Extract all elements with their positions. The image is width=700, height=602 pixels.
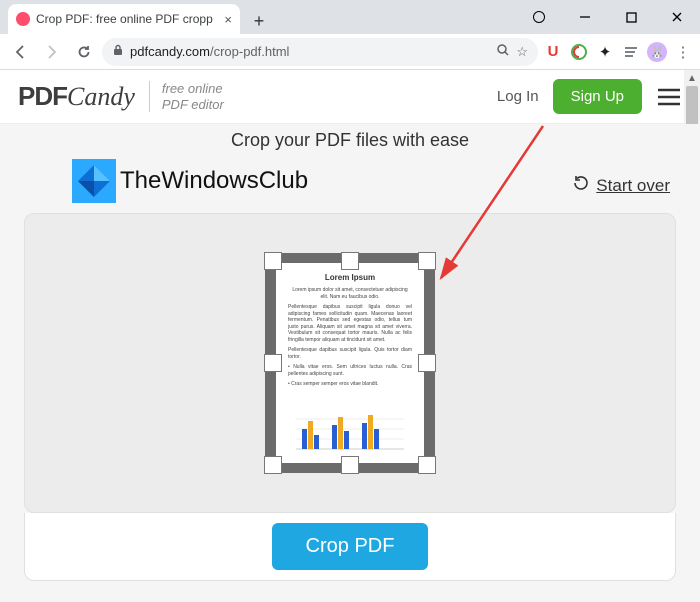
browser-tab[interactable]: Crop PDF: free online PDF cropp × xyxy=(8,4,240,34)
hamburger-menu-icon[interactable] xyxy=(656,87,682,107)
address-bar[interactable]: pdfcandy.com/crop-pdf.html ☆ xyxy=(102,38,538,66)
kebab-menu-icon[interactable]: ⋮ xyxy=(672,41,694,63)
forward-button[interactable] xyxy=(38,38,66,66)
close-window-button[interactable] xyxy=(654,0,700,34)
extension-u-icon[interactable]: U xyxy=(542,41,564,63)
tab-close-icon[interactable]: × xyxy=(224,12,232,27)
lock-icon xyxy=(112,44,124,59)
crop-handle-bottom-center[interactable] xyxy=(341,456,359,474)
content: Crop your PDF files with ease TheWindows… xyxy=(0,124,700,602)
window-controls xyxy=(516,0,700,34)
signup-button[interactable]: Sign Up xyxy=(553,79,642,114)
profile-avatar[interactable]: 🐰 xyxy=(646,41,668,63)
crop-handle-bottom-left[interactable] xyxy=(264,456,282,474)
start-over-link[interactable]: Start over xyxy=(572,174,670,197)
browser-chrome: Crop PDF: free online PDF cropp × + pdfc… xyxy=(0,0,700,70)
zoom-icon[interactable] xyxy=(496,43,510,60)
reload-button[interactable] xyxy=(70,38,98,66)
login-link[interactable]: Log In xyxy=(497,88,539,105)
bookmark-star-icon[interactable]: ☆ xyxy=(516,44,528,60)
crop-handle-top-center[interactable] xyxy=(341,252,359,270)
scroll-up-icon[interactable]: ▲ xyxy=(684,70,700,86)
crop-handle-middle-right[interactable] xyxy=(418,354,436,372)
crop-handle-middle-left[interactable] xyxy=(264,354,282,372)
site-logo[interactable]: PDFCandy xyxy=(18,81,135,112)
crop-pdf-button[interactable]: Crop PDF xyxy=(272,523,429,570)
extension-grammar-icon[interactable] xyxy=(568,41,590,63)
url-text: pdfcandy.com/crop-pdf.html xyxy=(130,44,490,59)
crop-frame[interactable]: Lorem Ipsum Lorem ipsum dolor sit amet, … xyxy=(265,253,435,473)
back-button[interactable] xyxy=(6,38,34,66)
logo-candy: Candy xyxy=(67,82,135,112)
site-header: PDFCandy free onlinePDF editor Log In Si… xyxy=(0,70,700,124)
action-bar: Crop PDF xyxy=(24,513,676,581)
maximize-button[interactable] xyxy=(608,0,654,34)
titlebar: Crop PDF: free online PDF cropp × + xyxy=(0,0,700,34)
new-tab-button[interactable]: + xyxy=(246,8,272,34)
sample-chart xyxy=(296,409,404,453)
crop-handle-bottom-right[interactable] xyxy=(418,456,436,474)
watermark-logo-icon xyxy=(72,159,116,203)
tab-title: Crop PDF: free online PDF cropp xyxy=(36,12,218,26)
reading-list-icon[interactable] xyxy=(620,41,642,63)
start-over-label: Start over xyxy=(596,176,670,196)
minimize-button[interactable] xyxy=(562,0,608,34)
logo-pdf: PDF xyxy=(18,81,67,112)
incognito-indicator-icon xyxy=(516,0,562,34)
extensions-puzzle-icon[interactable]: ✦ xyxy=(594,41,616,63)
watermark-text: TheWindowsClub xyxy=(120,167,308,195)
pdf-preview: Lorem Ipsum Lorem ipsum dolor sit amet, … xyxy=(276,263,424,463)
tagline: free onlinePDF editor xyxy=(149,81,224,112)
favicon xyxy=(16,12,30,26)
crop-handle-top-right[interactable] xyxy=(418,252,436,270)
page: ▲ ▼ PDFCandy free onlinePDF editor Log I… xyxy=(0,70,700,602)
refresh-icon xyxy=(572,174,590,197)
crop-canvas-card: Lorem Ipsum Lorem ipsum dolor sit amet, … xyxy=(24,213,676,513)
page-headline: Crop your PDF files with ease xyxy=(0,130,700,151)
browser-toolbar: pdfcandy.com/crop-pdf.html ☆ U ✦ 🐰 ⋮ xyxy=(0,34,700,70)
crop-handle-top-left[interactable] xyxy=(264,252,282,270)
